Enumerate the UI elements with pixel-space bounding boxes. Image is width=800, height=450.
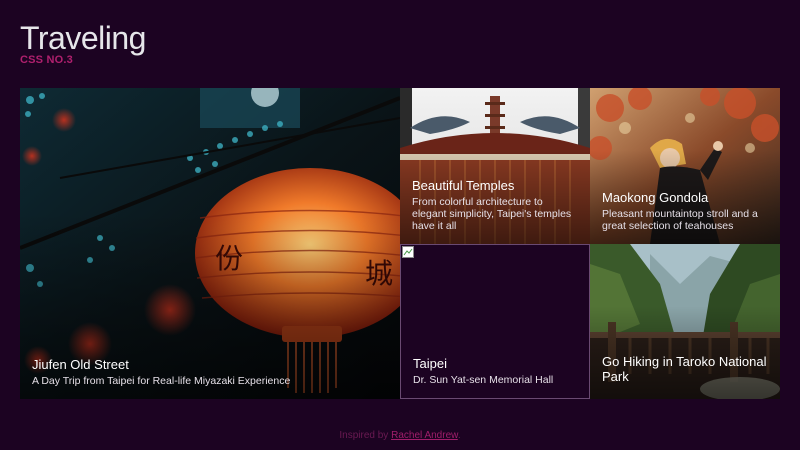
card-taroko[interactable]: Go Hiking in Taroko National Park bbox=[590, 244, 780, 399]
card-maokong[interactable]: Maokong Gondola Pleasant mountaintop str… bbox=[590, 88, 780, 244]
card-caption: Taipei Dr. Sun Yat-sen Memorial Hall bbox=[413, 356, 579, 386]
card-caption: Maokong Gondola Pleasant mountaintop str… bbox=[602, 190, 770, 232]
card-temples[interactable]: Beautiful Temples From colorful architec… bbox=[400, 88, 590, 244]
author-link[interactable]: Rachel Andrew bbox=[391, 430, 458, 441]
card-caption: Beautiful Temples From colorful architec… bbox=[412, 178, 580, 232]
card-title: Beautiful Temples bbox=[412, 178, 515, 193]
card-description: A Day Trip from Taipei for Real-life Miy… bbox=[32, 375, 291, 387]
footer-prefix: Inspired by bbox=[339, 430, 389, 441]
card-description: Pleasant mountaintop stroll and a great … bbox=[602, 208, 758, 232]
card-title: Maokong Gondola bbox=[602, 190, 709, 205]
card-caption: Jiufen Old Street A Day Trip from Taipei… bbox=[32, 357, 390, 387]
card-taipei[interactable]: Taipei Dr. Sun Yat-sen Memorial Hall bbox=[400, 244, 590, 399]
footer-suffix: . bbox=[457, 430, 461, 441]
card-description: Dr. Sun Yat-sen Memorial Hall bbox=[413, 374, 554, 386]
broken-image-icon bbox=[402, 246, 414, 258]
card-title: Go Hiking in Taroko National Park bbox=[602, 354, 767, 384]
gallery-grid: 份城 Jiufen Old Street A Day Trip from Tai… bbox=[20, 88, 780, 399]
page-title: Traveling bbox=[20, 20, 146, 56]
card-description: From colorful architecture to elegant si… bbox=[412, 196, 572, 232]
card-caption: Go Hiking in Taroko National Park bbox=[602, 354, 770, 387]
page-subtitle: CSS NO.3 bbox=[20, 54, 73, 66]
card-title: Taipei bbox=[413, 356, 447, 371]
card-title: Jiufen Old Street bbox=[32, 357, 129, 372]
footer: Inspired by Rachel Andrew. bbox=[0, 430, 800, 441]
card-jiufen[interactable]: 份城 Jiufen Old Street A Day Trip from Tai… bbox=[20, 88, 400, 399]
